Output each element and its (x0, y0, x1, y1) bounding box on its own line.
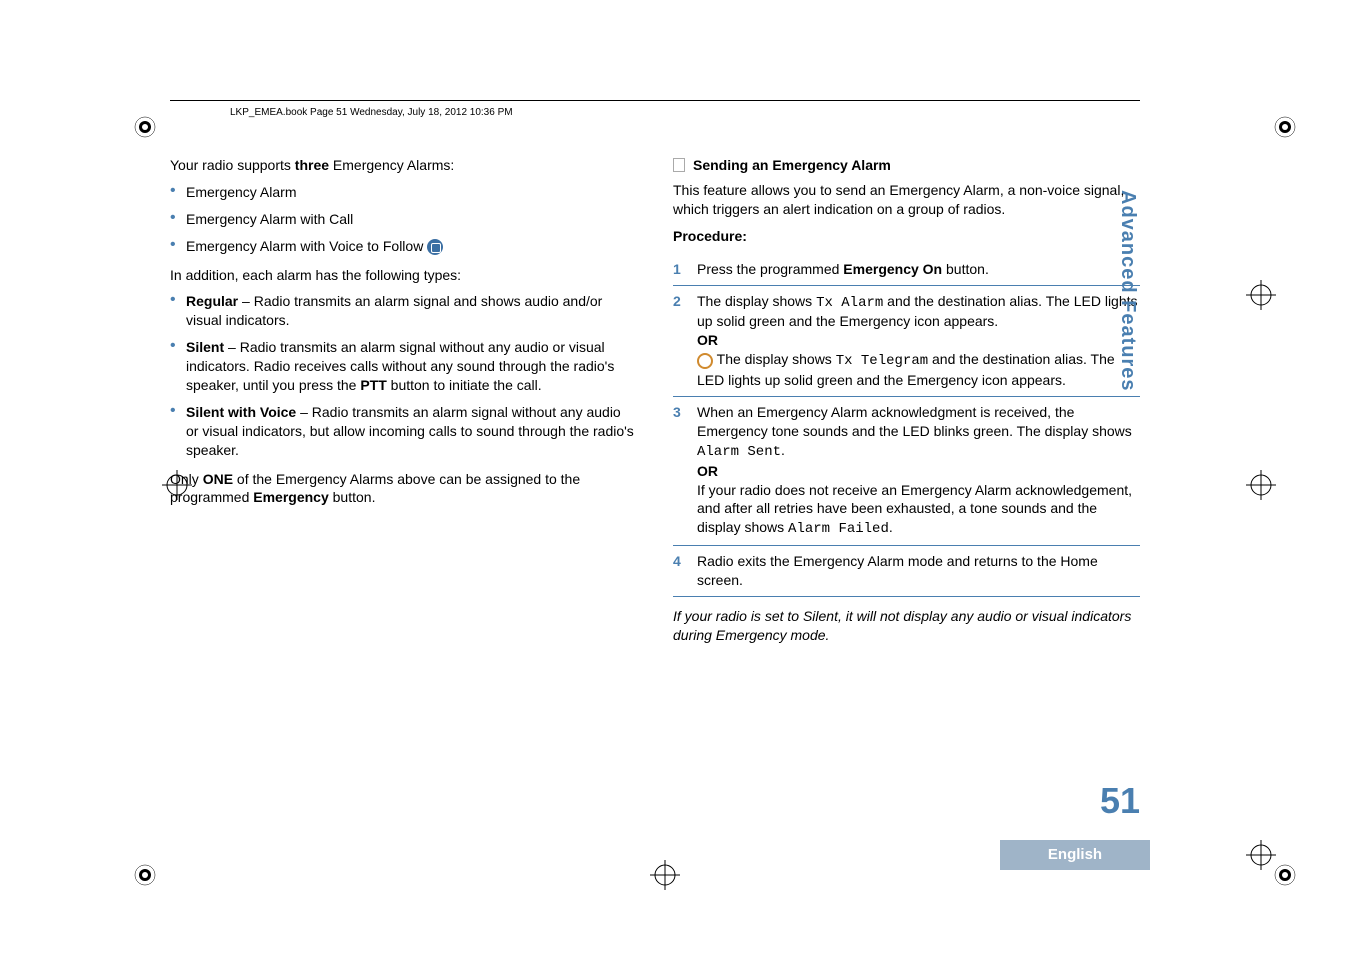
mono-text: Alarm Sent (697, 444, 781, 460)
step-number: 3 (673, 403, 687, 539)
step-4: 4 Radio exits the Emergency Alarm mode a… (673, 546, 1140, 597)
antenna-icon (697, 353, 713, 369)
dash: – (224, 339, 240, 355)
types-intro: In addition, each alarm has the followin… (170, 266, 637, 285)
side-tab: Advanced Features (1116, 190, 1140, 400)
step-text: When an Emergency Alarm acknowledgment i… (697, 403, 1140, 539)
only-one-note: Only ONE of the Emergency Alarms above c… (170, 470, 637, 508)
step-number: 2 (673, 292, 687, 390)
page-number: 51 (1100, 780, 1140, 822)
text: . (781, 442, 785, 458)
text-bold: Emergency On (843, 261, 942, 277)
dash: – (238, 293, 254, 309)
text-bold: Procedure: (673, 228, 747, 244)
ptt-bold: PTT (360, 377, 386, 393)
text: The display shows (713, 351, 836, 367)
list-item: Silent with Voice – Radio transmits an a… (170, 403, 637, 460)
feature-intro: This feature allows you to send an Emerg… (673, 181, 1140, 219)
text: Emergency Alarm with Voice to Follow (186, 238, 423, 254)
mono-text: Alarm Failed (788, 521, 889, 537)
crop-mark-icon (1270, 112, 1300, 142)
step-text: Radio exits the Emergency Alarm mode and… (697, 552, 1140, 590)
list-item: Silent – Radio transmits an alarm signal… (170, 338, 637, 395)
text: The display shows (697, 293, 816, 309)
right-column: Sending an Emergency Alarm This feature … (673, 156, 1140, 653)
alarm-list: Emergency Alarm Emergency Alarm with Cal… (170, 183, 637, 256)
or-bold: OR (697, 463, 718, 479)
crosshair-icon (1246, 280, 1276, 310)
type-desc: button to initiate the call. (387, 377, 542, 393)
voice-follow-icon (427, 239, 443, 255)
text: button. (329, 489, 376, 505)
mono-text: Tx Alarm (816, 295, 883, 311)
crop-mark-icon (130, 860, 160, 890)
text-bold: Emergency (253, 489, 328, 505)
text: Only (170, 471, 203, 487)
step-number: 4 (673, 552, 687, 590)
crosshair-icon (1246, 470, 1276, 500)
type-name: Silent (186, 339, 224, 355)
text: Emergency Alarms: (329, 157, 454, 173)
header-rule: LKP_EMEA.book Page 51 Wednesday, July 18… (170, 100, 1140, 101)
dash: – (296, 404, 312, 420)
list-item: Emergency Alarm with Call (170, 210, 637, 229)
crosshair-icon (1246, 840, 1276, 870)
text: button. (942, 261, 989, 277)
type-name: Regular (186, 293, 238, 309)
step-1: 1 Press the programmed Emergency On butt… (673, 254, 1140, 286)
text: When an Emergency Alarm acknowledgment i… (697, 404, 1132, 439)
heading-text: Sending an Emergency Alarm (693, 157, 891, 173)
text-bold: ONE (203, 471, 233, 487)
text: . (889, 519, 893, 535)
language-box: English (1000, 840, 1150, 870)
list-item: Regular – Radio transmits an alarm signa… (170, 292, 637, 330)
section-heading: Sending an Emergency Alarm (673, 156, 1140, 173)
left-column: Your radio supports three Emergency Alar… (170, 156, 637, 653)
step-3: 3 When an Emergency Alarm acknowledgment… (673, 397, 1140, 546)
crop-mark-icon (130, 112, 160, 142)
list-item: Emergency Alarm with Voice to Follow (170, 237, 637, 256)
step-text: The display shows Tx Alarm and the desti… (697, 292, 1140, 390)
type-name: Silent with Voice (186, 404, 296, 420)
step-2: 2 The display shows Tx Alarm and the des… (673, 286, 1140, 397)
or-bold: OR (697, 332, 718, 348)
procedure-label: Procedure: (673, 227, 1140, 246)
mono-text: Tx Telegram (836, 353, 928, 369)
types-list: Regular – Radio transmits an alarm signa… (170, 292, 637, 459)
section-label: Advanced Features (1116, 190, 1139, 392)
procedure-steps: 1 Press the programmed Emergency On butt… (673, 254, 1140, 597)
step-number: 1 (673, 260, 687, 279)
step-text: Press the programmed Emergency On button… (697, 260, 1140, 279)
list-item: Emergency Alarm (170, 183, 637, 202)
text: Your radio supports (170, 157, 295, 173)
header-meta: LKP_EMEA.book Page 51 Wednesday, July 18… (230, 107, 513, 118)
text-bold: three (295, 157, 329, 173)
intro-line: Your radio supports three Emergency Alar… (170, 156, 637, 175)
silent-note: If your radio is set to Silent, it will … (673, 607, 1140, 645)
text: If your radio does not receive an Emerge… (697, 482, 1132, 536)
page-content: LKP_EMEA.book Page 51 Wednesday, July 18… (170, 100, 1140, 870)
document-icon (673, 158, 685, 172)
text: Press the programmed (697, 261, 843, 277)
